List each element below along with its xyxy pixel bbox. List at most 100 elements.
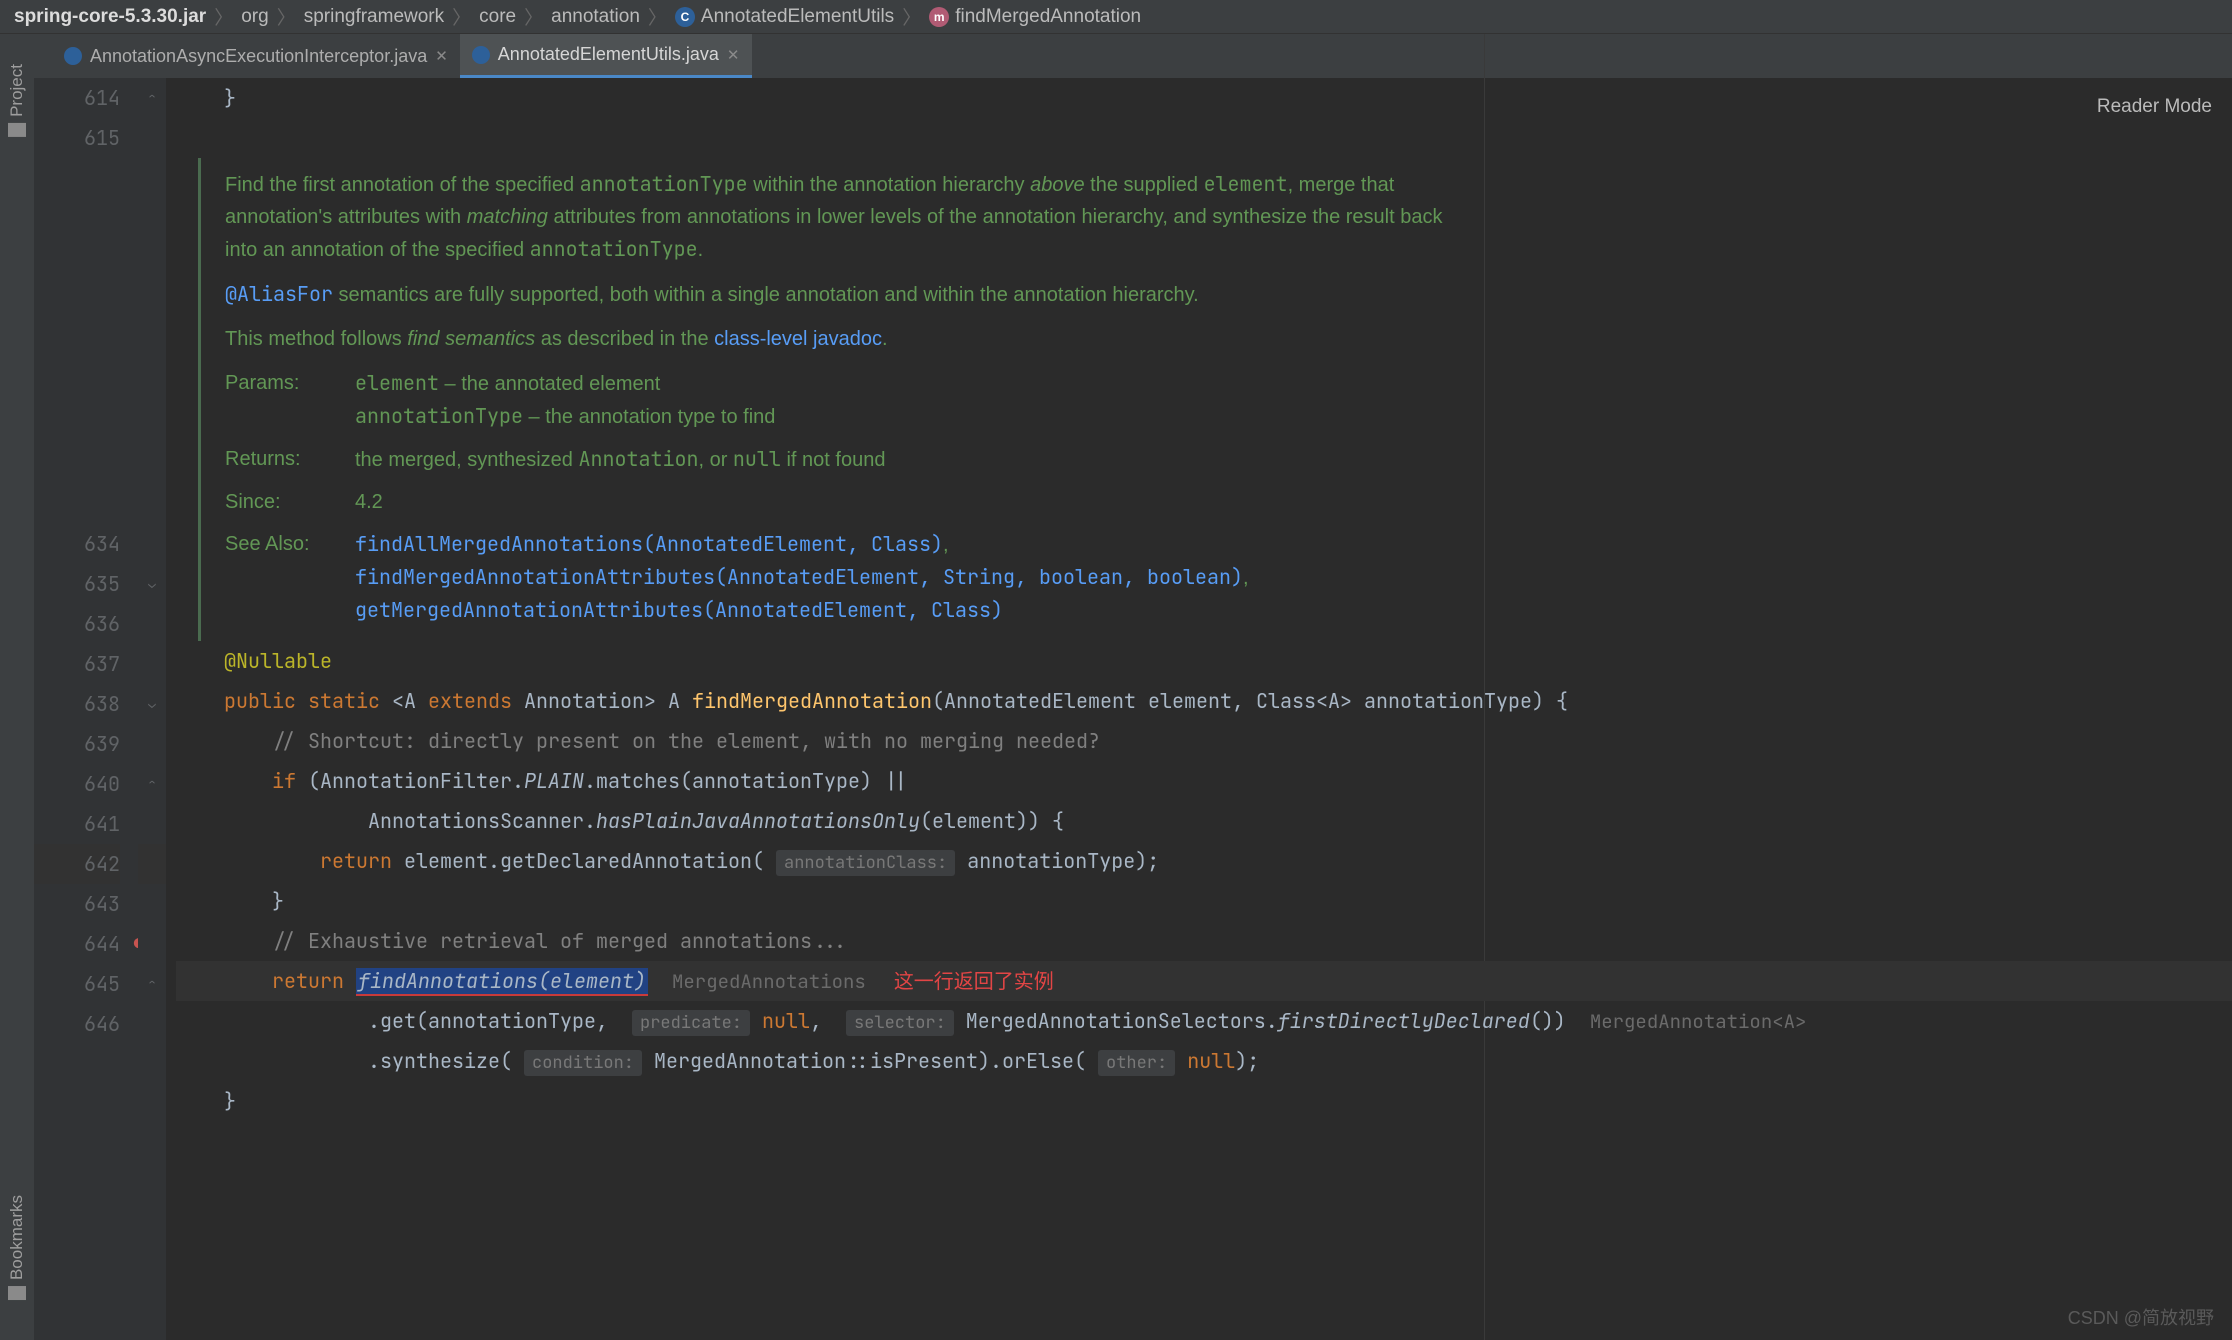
doc-returns: the merged, synthesized Annotation, or n… bbox=[355, 443, 1478, 476]
code-line[interactable]: return element.getDeclaredAnnotation( an… bbox=[176, 841, 2232, 881]
line-number: 634 bbox=[34, 524, 120, 564]
breadcrumb-class-label: AnnotatedElementUtils bbox=[701, 6, 894, 28]
close-icon[interactable]: ✕ bbox=[727, 46, 740, 64]
javadoc-block: Find the first annotation of the specifi… bbox=[198, 158, 1478, 641]
breadcrumb-pkg[interactable]: core bbox=[479, 6, 516, 28]
code-line[interactable]: if (AnnotationFilter.PLAIN.matches(annot… bbox=[176, 761, 2232, 801]
doc-paragraph: Find the first annotation of the specifi… bbox=[225, 168, 1478, 266]
param-hint: condition: bbox=[524, 1050, 642, 1076]
doc-since-label: Since: bbox=[225, 486, 355, 518]
fold-marker[interactable]: ⌃ bbox=[138, 78, 166, 118]
fold-marker[interactable]: ⌃ bbox=[138, 764, 166, 804]
breadcrumb-root[interactable]: spring-core-5.3.30.jar bbox=[14, 6, 206, 28]
editor-area: AnnotationAsyncExecutionInterceptor.java… bbox=[34, 34, 2232, 1340]
left-tool-rail: Project Bookmarks bbox=[0, 34, 34, 1340]
doc-seealso: findAllMergedAnnotations(AnnotatedElemen… bbox=[355, 528, 1478, 627]
doc-params-label: Params: bbox=[225, 367, 355, 433]
param-hint: other: bbox=[1098, 1050, 1175, 1076]
line-number: 642 bbox=[34, 844, 120, 884]
doc-since: 4.2 bbox=[355, 486, 1478, 518]
watermark: CSDN @简放视野 bbox=[2068, 1304, 2214, 1330]
chevron-right-icon: 〉 bbox=[902, 3, 921, 30]
doc-paragraph: This method follows find semantics as de… bbox=[225, 323, 1478, 355]
code-line[interactable] bbox=[176, 118, 2232, 158]
line-number: 646 bbox=[34, 1004, 120, 1044]
project-tool-button[interactable]: Project bbox=[7, 64, 27, 137]
fold-marker[interactable]: ⌄ bbox=[138, 684, 166, 724]
param-hint: selector: bbox=[846, 1010, 954, 1036]
line-number: 614 bbox=[34, 78, 120, 118]
line-number: 615 bbox=[34, 118, 120, 158]
code-line[interactable]: } bbox=[176, 881, 2232, 921]
editor-tabs: AnnotationAsyncExecutionInterceptor.java… bbox=[34, 34, 2232, 78]
doc-link-classjavadoc[interactable]: class-level javadoc bbox=[714, 328, 882, 350]
line-number: 639 bbox=[34, 724, 120, 764]
highlighted-call[interactable]: findAnnotations(element) bbox=[356, 968, 648, 996]
line-number-gutter: 614 615 634 635 636 637 638 639 640 641 … bbox=[34, 78, 138, 1340]
class-icon: C bbox=[675, 7, 695, 27]
code-line-current[interactable]: return findAnnotations(element) MergedAn… bbox=[176, 961, 2232, 1001]
chevron-right-icon: 〉 bbox=[277, 3, 296, 30]
line-number: 640 bbox=[34, 764, 120, 804]
breadcrumb-method-label: findMergedAnnotation bbox=[955, 6, 1141, 28]
bookmarks-label: Bookmarks bbox=[7, 1195, 27, 1280]
inlay-hint: MergedAnnotation<A> bbox=[1590, 1009, 1807, 1034]
line-number: 643 bbox=[34, 884, 120, 924]
class-file-icon bbox=[64, 47, 82, 65]
code-line[interactable] bbox=[176, 1121, 2232, 1161]
code-line[interactable]: // Shortcut: directly present on the ele… bbox=[176, 721, 2232, 761]
inlay-hint: MergedAnnotations bbox=[672, 969, 866, 994]
doc-link-see2[interactable]: findMergedAnnotationAttributes(Annotated… bbox=[355, 564, 1243, 590]
code-line[interactable]: } bbox=[176, 1081, 2232, 1121]
code-line[interactable]: public static <A extends Annotation> A f… bbox=[176, 681, 2232, 721]
bookmark-icon bbox=[8, 1286, 26, 1300]
doc-link-aliasfor[interactable]: @AliasFor bbox=[225, 281, 333, 307]
folder-icon bbox=[8, 123, 26, 137]
class-file-icon bbox=[472, 46, 490, 64]
line-number: 637 bbox=[34, 644, 120, 684]
breadcrumb-pkg[interactable]: annotation bbox=[551, 6, 640, 28]
tab-file-2[interactable]: AnnotatedElementUtils.java ✕ bbox=[460, 34, 752, 78]
param-hint: annotationClass: bbox=[776, 850, 955, 876]
breadcrumb-pkg[interactable]: org bbox=[241, 6, 268, 28]
code-line[interactable]: @Nullable bbox=[176, 641, 2232, 681]
chevron-right-icon: 〉 bbox=[648, 3, 667, 30]
doc-link-see1[interactable]: findAllMergedAnnotations(AnnotatedElemen… bbox=[355, 531, 943, 557]
bookmarks-tool-button[interactable]: Bookmarks bbox=[7, 1195, 27, 1300]
chevron-right-icon: 〉 bbox=[214, 3, 233, 30]
line-number: 641 bbox=[34, 804, 120, 844]
tab-label: AnnotatedElementUtils.java bbox=[498, 44, 719, 65]
fold-marker[interactable]: ⌄ bbox=[138, 564, 166, 604]
code-line[interactable]: AnnotationsScanner.hasPlainJavaAnnotatio… bbox=[176, 801, 2232, 841]
fold-marker[interactable]: ⌃ bbox=[138, 964, 166, 1004]
project-label: Project bbox=[7, 64, 27, 117]
code-body[interactable]: } Find the first annotation of the speci… bbox=[166, 78, 2232, 1340]
tab-file-1[interactable]: AnnotationAsyncExecutionInterceptor.java… bbox=[52, 34, 460, 78]
fold-gutter: ⌃ ⌄ ⌄ ⌃ ⌃ bbox=[138, 78, 166, 1340]
breadcrumb-method[interactable]: m findMergedAnnotation bbox=[929, 6, 1141, 28]
breadcrumb-pkg[interactable]: springframework bbox=[304, 6, 444, 28]
doc-link-see3[interactable]: getMergedAnnotationAttributes(AnnotatedE… bbox=[355, 597, 1003, 623]
doc-paragraph: @AliasFor semantics are fully supported,… bbox=[225, 278, 1478, 311]
chevron-right-icon: 〉 bbox=[524, 3, 543, 30]
doc-param: element – the annotated elementannotatio… bbox=[355, 367, 1478, 433]
code-line[interactable]: .synthesize( condition: MergedAnnotation… bbox=[176, 1041, 2232, 1081]
breadcrumb-class[interactable]: C AnnotatedElementUtils bbox=[675, 6, 894, 28]
tab-label: AnnotationAsyncExecutionInterceptor.java bbox=[90, 46, 427, 67]
user-annotation: 这一行返回了实例 bbox=[894, 968, 1054, 994]
breadcrumb: spring-core-5.3.30.jar 〉 org 〉 springfra… bbox=[0, 0, 2232, 34]
line-number: 635 bbox=[34, 564, 120, 604]
code-line[interactable]: } bbox=[176, 78, 2232, 118]
chevron-right-icon: 〉 bbox=[452, 3, 471, 30]
line-number: 638 bbox=[34, 684, 120, 724]
line-number: 645 bbox=[34, 964, 120, 1004]
doc-seealso-label: See Also: bbox=[225, 528, 355, 627]
code-line[interactable]: .get(annotationType, predicate: null, se… bbox=[176, 1001, 2232, 1041]
method-icon: m bbox=[929, 7, 949, 27]
line-number: ●↑644 bbox=[34, 924, 120, 964]
param-hint: predicate: bbox=[632, 1010, 750, 1036]
code-editor[interactable]: 614 615 634 635 636 637 638 639 640 641 … bbox=[34, 78, 2232, 1340]
line-number: 636 bbox=[34, 604, 120, 644]
code-line[interactable]: // Exhaustive retrieval of merged annota… bbox=[176, 921, 2232, 961]
close-icon[interactable]: ✕ bbox=[435, 47, 448, 65]
